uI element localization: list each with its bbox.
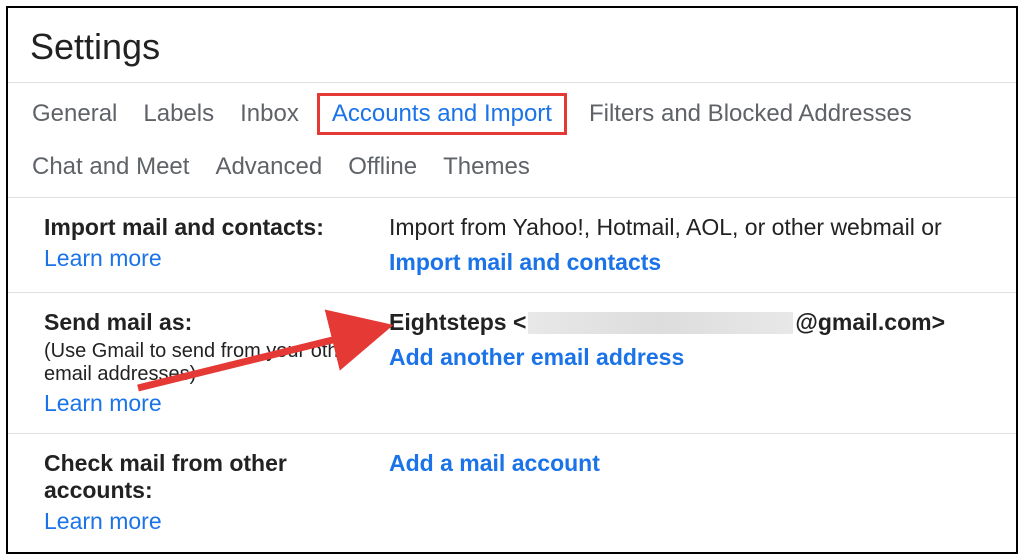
tab-themes[interactable]: Themes: [441, 147, 532, 187]
check-mail-heading: Check mail from other accounts:: [44, 450, 389, 504]
tab-chat-meet[interactable]: Chat and Meet: [30, 147, 191, 187]
tab-filters-blocked[interactable]: Filters and Blocked Addresses: [587, 94, 914, 134]
add-email-address-link[interactable]: Add another email address: [389, 344, 684, 371]
check-mail-section: Check mail from other accounts: Learn mo…: [8, 434, 1016, 551]
tab-labels[interactable]: Labels: [141, 94, 216, 134]
tab-accounts-import[interactable]: Accounts and Import: [330, 94, 554, 133]
check-mail-learn-more-link[interactable]: Learn more: [44, 508, 162, 535]
import-learn-more-link[interactable]: Learn more: [44, 245, 162, 272]
page-title: Settings: [8, 8, 1016, 82]
import-heading: Import mail and contacts:: [44, 214, 389, 241]
tab-highlight-box: Accounts and Import: [317, 93, 567, 135]
tab-offline[interactable]: Offline: [346, 147, 419, 187]
send-as-section: Send mail as: (Use Gmail to send from yo…: [8, 293, 1016, 433]
send-as-subtext: (Use Gmail to send from your other email…: [44, 340, 389, 386]
send-as-domain-suffix: @gmail.com>: [795, 309, 945, 336]
tab-general[interactable]: General: [30, 94, 119, 134]
add-mail-account-link[interactable]: Add a mail account: [389, 450, 600, 477]
send-as-email: Eightsteps < @gmail.com>: [389, 309, 994, 336]
import-mail-contacts-link[interactable]: Import mail and contacts: [389, 249, 661, 276]
send-as-learn-more-link[interactable]: Learn more: [44, 390, 162, 417]
send-as-name-prefix: Eightsteps <: [389, 309, 526, 336]
import-section: Import mail and contacts: Learn more Imp…: [8, 198, 1016, 292]
import-description: Import from Yahoo!, Hotmail, AOL, or oth…: [389, 214, 994, 241]
redacted-email: [528, 312, 793, 334]
tab-advanced[interactable]: Advanced: [213, 147, 324, 187]
tab-inbox[interactable]: Inbox: [238, 94, 301, 134]
send-as-heading: Send mail as:: [44, 309, 389, 336]
settings-tabs: General Labels Inbox Accounts and Import…: [8, 83, 1016, 197]
